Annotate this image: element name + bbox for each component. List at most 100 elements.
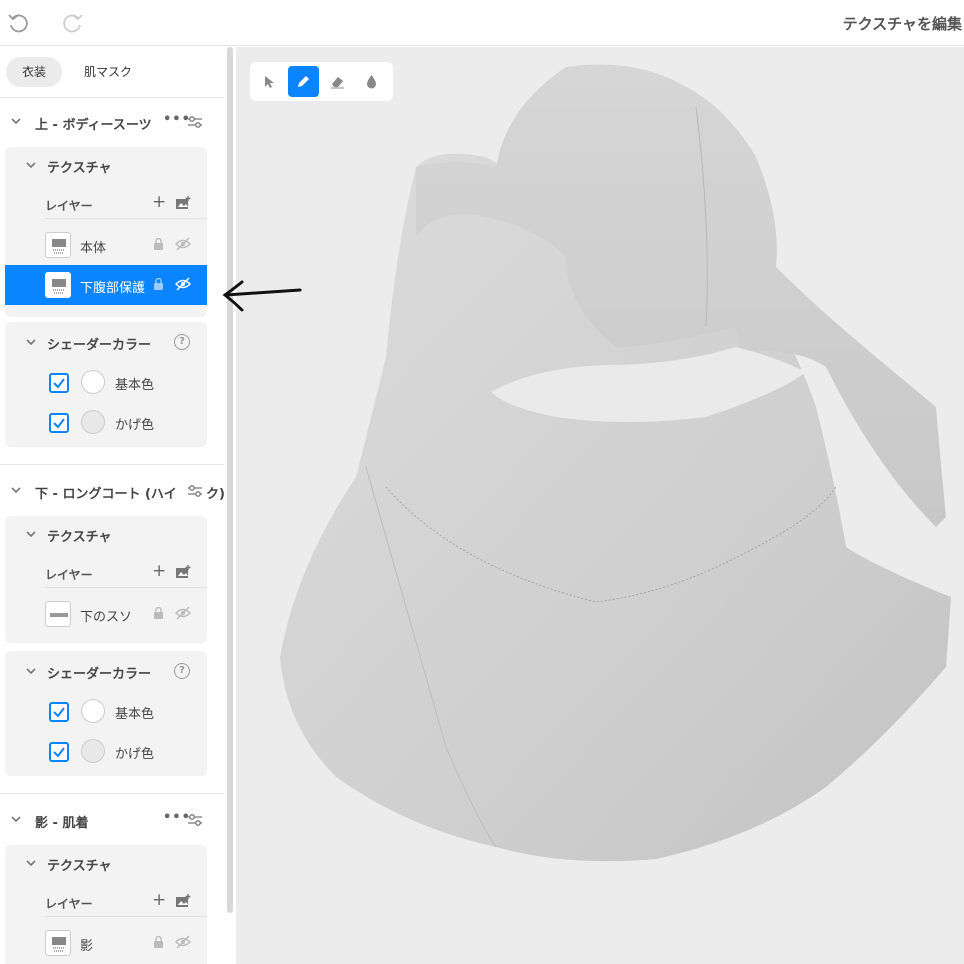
shader-heading: シェーダーカラー [47,338,152,353]
page-title: テクスチャを編集 [842,15,962,33]
3d-viewport[interactable] [236,47,964,964]
chevron-down-icon [26,531,36,538]
add-image-icon[interactable] [175,894,191,908]
tab-bar: 衣装 肌マスク [6,57,148,87]
eraser-icon [331,77,344,89]
drop-icon [367,75,376,89]
add-image-icon[interactable] [175,565,191,579]
texture-card-header[interactable]: テクスチャ [5,516,207,552]
add-layer-icon[interactable]: + [152,561,166,581]
tab-skin-mask[interactable]: 肌マスク [68,57,148,87]
layer-thumbnail [45,930,71,956]
help-icon[interactable]: ? [174,334,190,350]
add-layer-icon[interactable]: + [152,890,166,910]
chevron-down-icon [26,668,36,675]
adjust-icon[interactable] [187,484,203,498]
layer-item[interactable]: 影 [45,923,207,963]
section-title: 上 - ボディースーツ [35,118,152,133]
shader-row[interactable]: かげ色 [49,732,199,772]
select-tool[interactable] [254,66,285,97]
sidebar-scrollbar[interactable] [227,47,233,913]
lock-icon[interactable] [153,607,164,619]
add-layer-icon[interactable]: + [152,192,166,212]
color-swatch[interactable] [81,370,105,394]
shader-row[interactable]: かげ色 [49,403,199,443]
layers-row: レイヤー + [45,887,207,917]
redo-icon[interactable] [60,10,86,36]
pencil-icon [298,76,309,87]
shader-heading: シェーダーカラー [47,667,152,682]
shader-card: シェーダーカラー ? 基本色 かげ色 [5,651,207,776]
color-swatch[interactable] [81,739,105,763]
annotation-arrow-icon [222,280,302,312]
adjust-icon[interactable] [187,115,203,129]
section-title-tail: ク) [206,487,224,502]
layers-label: レイヤー [45,568,93,582]
texture-card-header[interactable]: テクスチャ [5,147,207,183]
layers-row: レイヤー + [45,558,207,588]
texture-heading: テクスチャ [47,530,112,545]
shader-name: かげ色 [115,747,155,762]
chevron-down-icon [11,487,21,494]
section-header-top[interactable]: 上 - ボディースーツ ••• [0,106,224,140]
divider [0,793,224,794]
layer-thumbnail [45,232,71,258]
lock-icon[interactable] [153,936,164,948]
chevron-down-icon [26,860,36,867]
chevron-down-icon [26,162,36,169]
pen-tool[interactable] [288,66,319,97]
layers-row: レイヤー + [45,189,207,219]
shader-card: シェーダーカラー ? 基本色 かげ色 [5,322,207,447]
layer-thumbnail [45,601,71,627]
adjust-icon[interactable] [187,813,203,827]
checkbox-checked[interactable] [49,373,69,393]
help-icon[interactable]: ? [174,663,190,679]
eye-hidden-icon[interactable] [175,237,191,251]
section-title: 影 - 肌着 [35,816,89,831]
cursor-icon [265,76,274,88]
add-image-icon[interactable] [175,196,191,210]
divider [0,464,224,465]
undo-icon[interactable] [5,10,31,36]
checkbox-checked[interactable] [49,702,69,722]
texture-card-header[interactable]: テクスチャ [5,845,207,881]
color-swatch[interactable] [81,699,105,723]
texture-card: テクスチャ レイヤー + 本体 下腹部保護 [5,147,207,317]
tab-costume[interactable]: 衣装 [6,57,63,87]
layer-item[interactable]: 本体 [45,225,207,265]
texture-card: テクスチャ レイヤー + 影 [5,845,207,964]
shader-card-header[interactable]: シェーダーカラー ? [5,653,207,689]
checkbox-checked[interactable] [49,413,69,433]
layer-name: 下腹部保護 [80,281,146,296]
top-bar: テクスチャを編集 [0,0,964,46]
section-header-bottom[interactable]: 下 - ロングコート (ハイ ク) [0,475,224,509]
eraser-tool[interactable] [322,66,353,97]
checkbox-checked[interactable] [49,742,69,762]
lock-icon[interactable] [153,238,164,250]
section-header-shadow[interactable]: 影 - 肌着 ••• [0,804,224,838]
texture-heading: テクスチャ [47,859,112,874]
chevron-down-icon [11,118,21,125]
layer-item-selected[interactable]: 下腹部保護 [5,265,207,305]
shader-row[interactable]: 基本色 [49,363,199,403]
shader-row[interactable]: 基本色 [49,692,199,732]
color-swatch[interactable] [81,410,105,434]
drawing-toolbar [250,62,393,101]
chevron-down-icon [11,816,21,823]
eye-hidden-icon[interactable] [175,277,191,291]
shader-name: 基本色 [115,707,155,722]
lock-icon[interactable] [153,278,164,290]
shader-name: かげ色 [115,418,155,433]
section-title: 下 - ロングコート (ハイ [35,487,177,502]
texture-card: テクスチャ レイヤー + 下のスソ [5,516,207,643]
eye-hidden-icon[interactable] [175,606,191,620]
fill-tool[interactable] [356,66,387,97]
eye-hidden-icon[interactable] [175,935,191,949]
layer-thumbnail [45,272,71,298]
layer-item[interactable]: 下のスソ [45,594,207,634]
divider [0,97,224,98]
chevron-down-icon [26,339,36,346]
layers-label: レイヤー [45,199,93,213]
garment-model[interactable] [236,47,964,964]
shader-card-header[interactable]: シェーダーカラー ? [5,324,207,360]
